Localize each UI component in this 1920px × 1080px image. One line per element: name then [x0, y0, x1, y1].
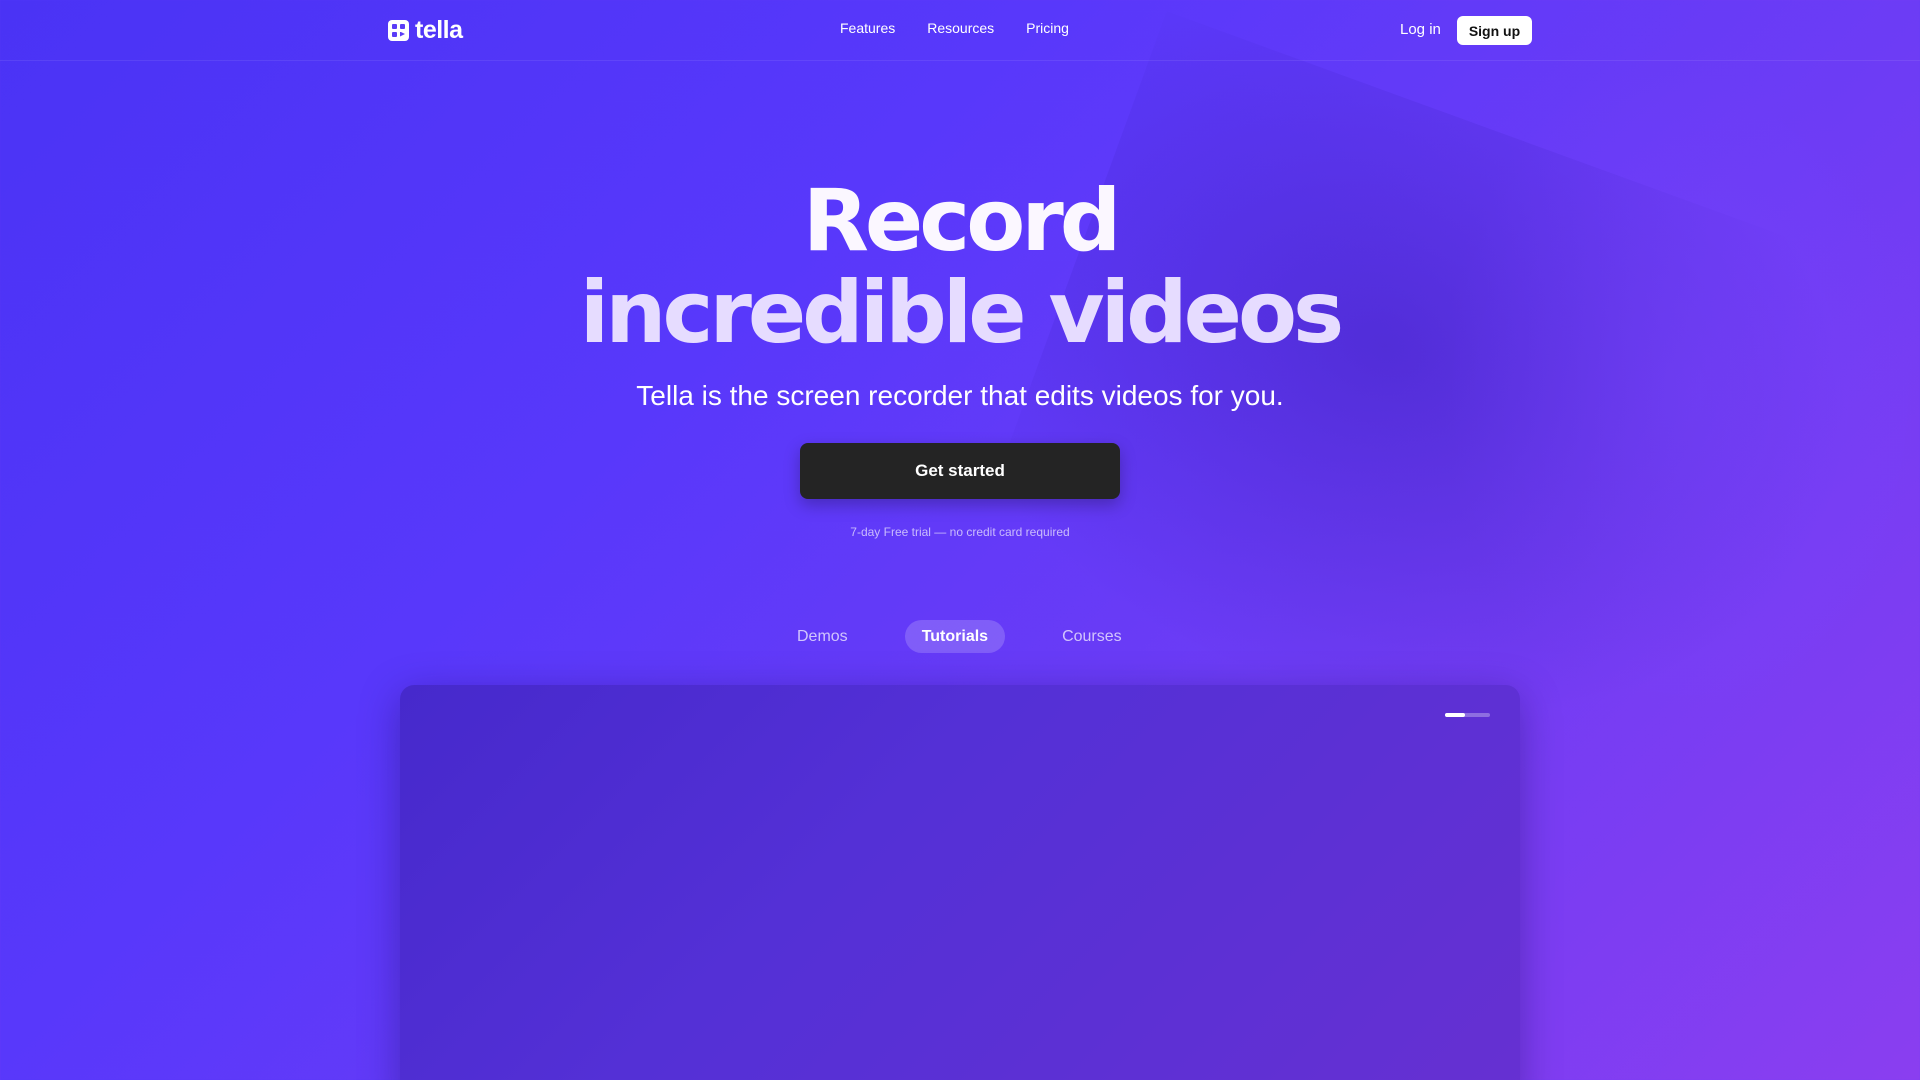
get-started-button[interactable]: Get started [800, 443, 1120, 499]
hero-subtitle: Tella is the screen recorder that edits … [636, 380, 1284, 411]
login-link[interactable]: Log in [1400, 21, 1441, 38]
nav-pricing-link[interactable]: Pricing [1026, 20, 1069, 36]
nav-resources-link[interactable]: Resources [927, 20, 994, 36]
video-preview[interactable] [400, 685, 1520, 1080]
signup-button[interactable]: Sign up [1457, 16, 1532, 45]
video-progress-bar [1445, 713, 1490, 717]
hero-title-line1: Record [802, 171, 1122, 271]
tella-logo-icon [388, 19, 409, 41]
navbar: tella Features Resources Pricing Log in … [0, 0, 1920, 61]
hero-title-line2: incredible videos [579, 263, 1344, 363]
nav-features-link[interactable]: Features [840, 20, 895, 36]
tab-tutorials[interactable]: Tutorials [904, 620, 1006, 653]
content-tabs: Demos Tutorials Courses [780, 620, 1139, 653]
tab-demos[interactable]: Demos [780, 620, 865, 653]
video-progress-fill [1445, 713, 1466, 717]
logo[interactable]: tella [388, 17, 463, 43]
logo-text: tella [415, 16, 463, 44]
tab-courses[interactable]: Courses [1045, 620, 1139, 653]
hero-title: Record incredible videos [0, 175, 1920, 359]
trial-note: 7-day Free trial — no credit card requir… [850, 525, 1070, 539]
